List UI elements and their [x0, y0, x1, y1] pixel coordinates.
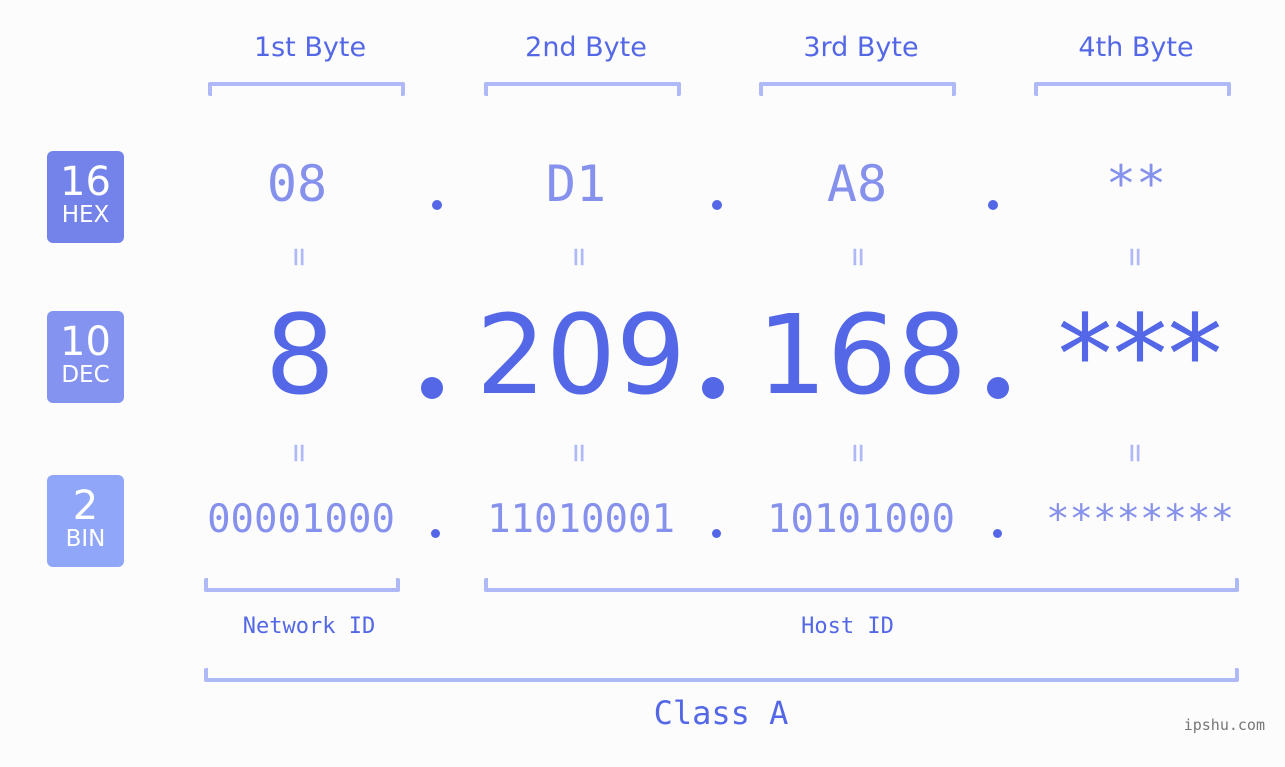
hex-value-3: A8: [826, 155, 888, 213]
dec-badge: 10 DEC: [47, 311, 124, 403]
dec-dot-2: [702, 377, 724, 399]
dec-badge-tag: DEC: [61, 362, 110, 388]
equals-hex-dec-1: =: [281, 247, 319, 267]
bin-badge: 2 BIN: [47, 475, 124, 567]
hex-value-4: **: [1105, 155, 1167, 213]
hex-badge-base: 16: [60, 159, 111, 205]
dec-badge-base: 10: [60, 319, 111, 365]
byte-bracket-3: [759, 82, 956, 96]
bin-value-3: 10101000: [767, 497, 955, 542]
dec-value-2: 209: [476, 291, 686, 419]
network-id-label: Network ID: [242, 614, 376, 639]
class-label: Class A: [653, 694, 789, 732]
host-id-bracket: [484, 578, 1239, 592]
bin-value-2: 11010001: [487, 497, 675, 542]
equals-dec-bin-3: =: [840, 443, 878, 463]
watermark: ipshu.com: [1183, 716, 1265, 734]
bin-dot-3: [993, 529, 1002, 538]
dec-dot-1: [421, 377, 443, 399]
hex-value-2: D1: [545, 155, 607, 213]
dec-value-3: 168: [757, 291, 967, 419]
byte-label-1: 1st Byte: [253, 32, 367, 63]
equals-hex-dec-2: =: [561, 247, 599, 267]
hex-value-1: 08: [266, 155, 328, 213]
bin-value-1: 00001000: [207, 497, 395, 542]
bin-badge-base: 2: [72, 483, 99, 529]
bin-dot-1: [431, 529, 440, 538]
hex-dot-2: [712, 200, 722, 210]
class-bracket: [204, 668, 1239, 682]
bin-dot-2: [712, 529, 721, 538]
byte-label-3: 3rd Byte: [803, 32, 919, 63]
dec-value-1: 8: [265, 291, 335, 419]
network-id-bracket: [204, 578, 400, 592]
byte-bracket-2: [484, 82, 681, 96]
hex-dot-1: [432, 200, 442, 210]
dec-value-4: ***: [1057, 291, 1223, 419]
hex-dot-3: [988, 200, 998, 210]
hex-badge-tag: HEX: [61, 202, 110, 228]
byte-label-4: 4th Byte: [1078, 32, 1194, 63]
bin-badge-tag: BIN: [65, 526, 106, 552]
equals-hex-dec-3: =: [840, 247, 878, 267]
equals-dec-bin-1: =: [281, 443, 319, 463]
hex-badge: 16 HEX: [47, 151, 124, 243]
equals-dec-bin-4: =: [1117, 443, 1155, 463]
byte-label-2: 2nd Byte: [525, 32, 647, 63]
byte-bracket-1: [208, 82, 405, 96]
host-id-label: Host ID: [801, 614, 894, 639]
byte-bracket-4: [1034, 82, 1231, 96]
equals-hex-dec-4: =: [1117, 247, 1155, 267]
bin-value-4: ********: [1046, 497, 1234, 542]
dec-dot-3: [987, 377, 1009, 399]
equals-dec-bin-2: =: [561, 443, 599, 463]
